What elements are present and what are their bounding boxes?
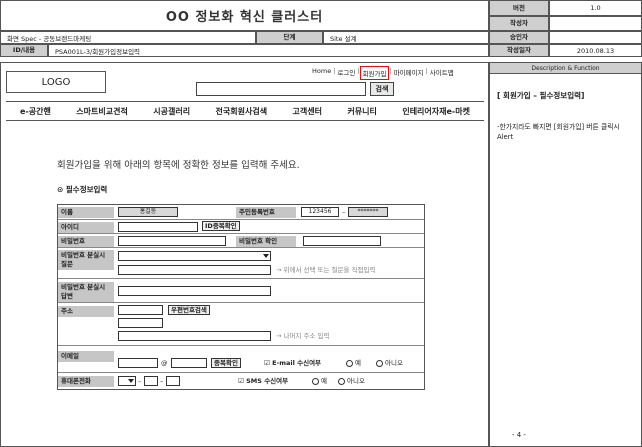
- address-label: 주소: [58, 306, 114, 317]
- email-id-field[interactable]: [118, 358, 158, 368]
- form-row-address: 주소 우편번호검색 → 나머지 주소 입력: [58, 303, 424, 346]
- nav-item-customer-center[interactable]: 고객센터: [293, 106, 322, 117]
- author-label: 작성자: [489, 16, 549, 31]
- jumin-label: 주민등록번호: [236, 207, 296, 218]
- form-row-name: 이름 홍길동 주민등록번호 123456 – *******: [58, 205, 424, 220]
- document-title: OO 정보화 혁신 클러스터: [0, 0, 489, 31]
- description-panel: Description & Function: [489, 62, 642, 447]
- phone-middle-field[interactable]: [144, 376, 158, 386]
- sitemap-link[interactable]: 사이트맵: [428, 66, 456, 80]
- nav-item-community[interactable]: 커뮤니티: [347, 106, 376, 117]
- email-label: 이메일: [58, 351, 114, 362]
- nav-item-estimate[interactable]: 스마트비교견적: [76, 106, 128, 117]
- version-value: 1.0: [549, 0, 642, 16]
- email-subscribe-yes[interactable]: 예: [346, 358, 361, 368]
- join-link[interactable]: 회원가입: [359, 66, 390, 80]
- email-check-button[interactable]: 중복확인: [211, 358, 241, 368]
- screen-spec-label: 화면 Spec - 공동브랜드마케팅: [0, 31, 256, 44]
- id-content-label: ID/내용: [0, 44, 48, 57]
- main-nav: e-공간핸 스마트비교견적 시공갤러리 전국회원사검색 고객센터 커뮤니티 인테…: [6, 101, 484, 121]
- form-row-password: 비밀번호 비밀번호 확인: [58, 234, 424, 248]
- id-field[interactable]: [118, 222, 198, 232]
- phone-last-field[interactable]: [166, 376, 180, 386]
- email-domain-field[interactable]: [171, 358, 207, 368]
- pw-question-select[interactable]: [118, 251, 271, 261]
- date-value: 2010.08.13: [549, 44, 642, 57]
- pw-question-hint: → 위에서 선택 또는 질문을 직접입력: [276, 266, 376, 274]
- top-links: Home | 로그인 | 회원가입 | 마이페이지 | 사이트맵: [310, 66, 456, 80]
- stage-value: Site 설계: [323, 31, 489, 44]
- login-link[interactable]: 로그인: [335, 66, 357, 80]
- site-logo[interactable]: LOGO: [6, 71, 106, 93]
- home-link[interactable]: Home: [310, 66, 333, 80]
- zip-front-field[interactable]: [118, 305, 163, 315]
- phone-label: 휴대폰전화: [58, 376, 114, 387]
- id-label: 아이디: [58, 222, 114, 233]
- description-text: -한가지라도 빠지면 [회원가입] 버튼 클릭시 Alert: [497, 123, 620, 141]
- form-intro-text: 회원가입을 위해 아래의 항목에 정확한 정보를 입력해 주세요.: [57, 160, 300, 171]
- description-title: [ 회원가입 – 필수정보입력]: [497, 91, 585, 100]
- zip-search-button[interactable]: 우편번호검색: [168, 305, 210, 315]
- name-label: 이름: [58, 207, 114, 218]
- signup-form: 이름 홍길동 주민등록번호 123456 – ******* 아이디 ID중복확…: [57, 204, 425, 390]
- pw-answer-field[interactable]: [118, 286, 271, 296]
- name-field[interactable]: 홍길동: [118, 207, 178, 217]
- id-check-button[interactable]: ID중복확인: [202, 221, 240, 231]
- checkbox-icon: ☑: [238, 377, 244, 385]
- nav-item-member-search[interactable]: 전국회원사검색: [216, 106, 268, 117]
- pw-question-field[interactable]: [118, 265, 271, 275]
- jumin-dash: –: [342, 208, 346, 216]
- id-content-value: PSA001L-3/회원가입정보입력: [48, 44, 489, 57]
- date-label: 작성일자: [489, 44, 549, 57]
- form-row-pw-question: 비밀번호 분실시 질문 → 위에서 선택 또는 질문을 직접입력: [58, 248, 424, 279]
- jumin-back-field[interactable]: *******: [348, 207, 388, 217]
- approver-label: 승인자: [489, 31, 549, 44]
- page-number: - 4 -: [512, 431, 526, 439]
- radio-icon[interactable]: [346, 359, 353, 367]
- address-detail-field[interactable]: [118, 331, 271, 341]
- checkbox-icon: ☑: [264, 359, 270, 367]
- pw-answer-label: 비밀번호 분실시 답변: [58, 282, 114, 302]
- form-row-id: 아이디 ID중복확인: [58, 220, 424, 234]
- bullet-icon: ⊙: [57, 185, 66, 194]
- sms-subscribe-yes[interactable]: 예: [312, 376, 327, 386]
- description-header: Description & Function: [490, 63, 641, 74]
- password-confirm-label: 비밀번호 확인: [236, 236, 296, 247]
- chevron-down-icon: [263, 254, 269, 258]
- chevron-down-icon: [128, 379, 134, 383]
- email-subscribe-no[interactable]: 아니오: [376, 358, 403, 368]
- nav-item-space[interactable]: e-공간핸: [20, 106, 51, 117]
- zip-back-field[interactable]: [118, 318, 163, 328]
- site-search-input[interactable]: [196, 82, 366, 96]
- phone-dash-2: –: [160, 377, 164, 385]
- pw-question-label: 비밀번호 분실시 질문: [58, 250, 114, 270]
- email-at: @: [161, 359, 168, 367]
- sms-subscribe-label: ☑ SMS 수신여부: [238, 377, 289, 385]
- author-value: [549, 16, 642, 31]
- password-label: 비밀번호: [58, 236, 114, 247]
- radio-icon[interactable]: [338, 377, 345, 385]
- search-button[interactable]: 검색: [370, 82, 394, 96]
- address-hint: → 나머지 주소 입력: [276, 332, 330, 340]
- phone-prefix-select[interactable]: [118, 376, 136, 386]
- phone-dash-1: –: [138, 377, 142, 385]
- approver-value: [549, 31, 642, 44]
- nav-item-gallery[interactable]: 시공갤러리: [153, 106, 190, 117]
- nav-item-market[interactable]: 인테리어자재e-마켓: [402, 106, 470, 117]
- sms-subscribe-no[interactable]: 아니오: [338, 376, 365, 386]
- radio-icon[interactable]: [376, 359, 383, 367]
- email-subscribe-label: ☑ E-mail 수신여부: [264, 359, 322, 367]
- password-field[interactable]: [118, 236, 226, 246]
- section-title: ⊙ 필수정보입력: [57, 185, 108, 194]
- form-row-email: 이메일 @ 중복확인 ☑ E-mail 수신여부 예 아니오: [58, 346, 424, 373]
- password-confirm-field[interactable]: [303, 236, 381, 246]
- stage-label: 단계: [256, 31, 323, 44]
- form-row-pw-answer: 비밀번호 분실시 답변: [58, 279, 424, 303]
- mypage-link[interactable]: 마이페이지: [392, 66, 426, 80]
- version-label: 버전: [489, 0, 549, 16]
- jumin-front-field[interactable]: 123456: [301, 207, 339, 217]
- form-row-phone: 휴대폰전화 – – ☑ SMS 수신여부 예 아니오: [58, 373, 424, 389]
- radio-icon[interactable]: [312, 377, 319, 385]
